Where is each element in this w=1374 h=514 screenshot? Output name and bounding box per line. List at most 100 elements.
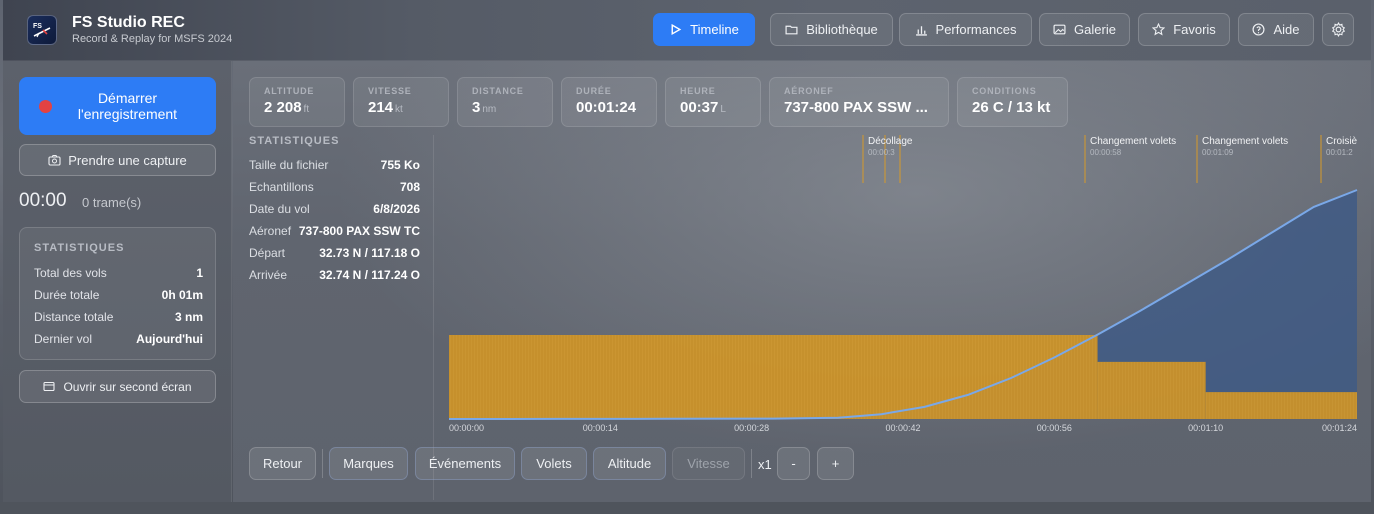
tab-label: Galerie: [1074, 22, 1116, 37]
capture-label: Prendre une capture: [68, 152, 187, 168]
divider: [322, 449, 323, 478]
record-label: Démarrer l'enregistrement: [77, 90, 178, 122]
help-icon: [1252, 23, 1265, 36]
stats-title: STATISTIQUES: [34, 242, 125, 254]
frame-count: 0 trame(s): [82, 195, 142, 210]
metric-distance: DISTANCE 3 nm: [457, 77, 553, 127]
tab-performances[interactable]: Performances: [899, 13, 1032, 46]
metric-aircraft: AÉRONEF 737-800 PAX SSW ...: [769, 77, 949, 127]
event-label: Décollage: [868, 136, 913, 147]
info-value: 32.74 N / 117.24 O: [319, 268, 420, 282]
info-row: Arrivée 32.74 N / 117.24 O: [249, 268, 420, 282]
x-tick-label: 00:00:42: [885, 423, 920, 433]
metric-value: 00:37 L: [680, 99, 726, 116]
marks-toggle[interactable]: Marques: [329, 447, 408, 480]
tab-favoris[interactable]: Favoris: [1138, 13, 1230, 46]
event-time: 00:00:3: [868, 148, 895, 157]
x-tick-label: 00:01:24: [1322, 423, 1357, 433]
tab-label: Bibliothèque: [806, 22, 878, 37]
zoom-out-button[interactable]: -: [777, 447, 810, 480]
settings-button[interactable]: [1322, 13, 1354, 46]
stats-card: STATISTIQUES Total des vols 1 Durée total…: [19, 227, 216, 360]
record-timer: 00:00: [19, 190, 67, 211]
tab-label: Performances: [935, 22, 1017, 37]
info-key: Départ: [249, 246, 286, 260]
stat-key: Distance totale: [34, 310, 114, 324]
open-second-label: Ouvrir sur second écran: [63, 379, 192, 394]
app-title: FS Studio REC: [72, 14, 185, 31]
tab-timeline[interactable]: Timeline: [653, 13, 755, 46]
metric-value: 3 nm: [472, 99, 497, 116]
info-value: 737-800 PAX SSW TC: [298, 224, 420, 238]
metric-altitude: ALTITUDE 2 208 ft: [249, 77, 345, 127]
x-tick-label: 00:00:14: [583, 423, 618, 433]
info-key: Taille du fichier: [249, 158, 329, 172]
tab-aide[interactable]: Aide: [1238, 13, 1314, 46]
x-tick-label: 00:01:10: [1188, 423, 1223, 433]
metric-label: AÉRONEF: [784, 86, 834, 96]
speed-toggle[interactable]: Vitesse: [672, 447, 745, 480]
star-icon: [1152, 23, 1166, 36]
metric-value: 2 208 ft: [264, 99, 310, 116]
record-dot-icon: [39, 100, 52, 113]
stat-key: Dernier vol: [34, 332, 93, 346]
info-row: Départ 32.73 N / 117.18 O: [249, 246, 420, 260]
info-key: Arrivée: [249, 268, 288, 282]
x-tick-label: 00:00:28: [734, 423, 769, 433]
event-label: Changement volets: [1202, 136, 1288, 147]
info-row: Echantillons 708: [249, 180, 420, 194]
svg-text:FS: FS: [33, 23, 42, 30]
metric-label: DISTANCE: [472, 86, 524, 96]
flaps-bar: [1097, 361, 1206, 419]
metric-value: 214 kt: [368, 99, 403, 116]
metric-speed: VITESSE 214 kt: [353, 77, 449, 127]
info-key: Date du vol: [249, 202, 310, 216]
app-subtitle: Record & Replay for MSFS 2024: [72, 33, 233, 45]
metric-value: 737-800 PAX SSW ...: [784, 99, 928, 116]
metric-label: DURÉE: [576, 86, 612, 96]
info-row: Aéronef 737-800 PAX SSW TC: [249, 224, 420, 238]
flight-timeline-chart[interactable]: Décollage00:00:3Changement volets00:00:5…: [449, 135, 1359, 435]
folder-icon: [785, 25, 798, 35]
metric-value: 00:01:24: [576, 99, 637, 116]
metric-conditions: CONDITIONS 26 C / 13 kt: [957, 77, 1068, 127]
event-time: 00:01:09: [1202, 148, 1234, 157]
x-tick-label: 00:00:56: [1037, 423, 1072, 433]
stat-key: Total des vols: [34, 266, 107, 280]
gear-icon: [1331, 22, 1345, 37]
plane-logo-icon: FS: [33, 23, 51, 38]
start-recording-button[interactable]: Démarrer l'enregistrement: [19, 77, 216, 135]
stat-value: 1: [196, 266, 203, 280]
stat-value: Aujourd'hui: [136, 332, 203, 346]
event-time: 00:00:58: [1090, 148, 1122, 157]
zoom-level: x1: [758, 457, 772, 472]
stat-key: Durée totale: [34, 288, 100, 302]
metric-label: VITESSE: [368, 86, 412, 96]
info-title: STATISTIQUES: [249, 135, 340, 147]
metric-time: HEURE 00:37 L: [665, 77, 761, 127]
stat-row: Distance totale 3 nm: [34, 310, 203, 324]
metric-value: 26 C / 13 kt: [972, 99, 1051, 116]
info-key: Aéronef: [249, 224, 292, 238]
event-label: Croisiè: [1326, 136, 1358, 147]
tab-label: Favoris: [1173, 22, 1216, 37]
stat-row: Total des vols 1: [34, 266, 203, 280]
back-button[interactable]: Retour: [249, 447, 316, 480]
event-time: 00:01:2: [1326, 148, 1353, 157]
app-logo: FS: [27, 15, 57, 45]
tab-label: Timeline: [690, 22, 739, 37]
flaps-toggle[interactable]: Volets: [521, 447, 587, 480]
stat-value: 0h 01m: [161, 288, 203, 302]
top-bar: FS FS Studio REC Record & Replay for MSF…: [3, 0, 1371, 61]
info-row: Date du vol 6/8/2026: [249, 202, 420, 216]
capture-button[interactable]: Prendre une capture: [19, 144, 216, 176]
events-toggle[interactable]: Événements: [415, 447, 515, 480]
open-second-screen-button[interactable]: Ouvrir sur second écran: [19, 370, 216, 403]
tab-galerie[interactable]: Galerie: [1039, 13, 1130, 46]
tab-bibliotheque[interactable]: Bibliothèque: [770, 13, 893, 46]
zoom-in-button[interactable]: +: [817, 447, 854, 480]
image-icon: [1053, 24, 1066, 35]
altitude-toggle[interactable]: Altitude: [593, 447, 666, 480]
event-label: Changement volets: [1090, 136, 1176, 147]
flight-info-panel: STATISTIQUES Taille du fichier 755 Ko Ech…: [249, 135, 434, 500]
